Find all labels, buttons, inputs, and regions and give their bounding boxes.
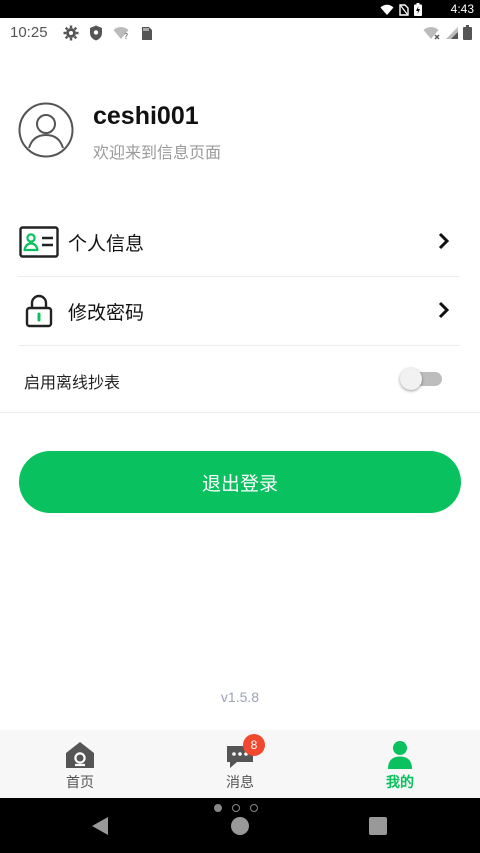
tab-label: 消息 (226, 775, 254, 791)
system-clock: 4:43 (450, 2, 474, 16)
tab-label: 我的 (386, 775, 414, 791)
tab-home[interactable]: 首页 (0, 730, 160, 798)
status-clock: 10:25 (10, 24, 48, 41)
signal-icons (423, 25, 472, 40)
bottom-tab-bar: 首页 8 消息 我的 (0, 730, 480, 798)
person-icon (388, 741, 412, 769)
chevron-right-icon (438, 301, 450, 319)
wifi-off-icon (423, 26, 440, 39)
padlock-icon (18, 290, 60, 332)
offline-reading-toggle[interactable] (400, 368, 444, 390)
page-dot (214, 804, 222, 812)
username: ceshi001 (93, 102, 199, 130)
version-label: v1.5.8 (220, 689, 260, 705)
chevron-right-icon (438, 232, 450, 250)
page-dot (250, 804, 258, 812)
tab-messages[interactable]: 8 消息 (160, 730, 320, 798)
tab-label: 首页 (66, 775, 94, 791)
chat-icon-wrap: 8 (225, 734, 265, 770)
offline-reading-row: 启用离线抄表 (24, 352, 444, 406)
section-divider (0, 412, 480, 413)
no-sim-icon (399, 3, 409, 16)
logout-button[interactable]: 退出登录 (19, 451, 461, 513)
welcome-text: 欢迎来到信息页面 (93, 143, 222, 162)
system-status-bar: 4:43 (0, 0, 480, 18)
wifi-question-icon: ? (113, 27, 129, 40)
screen: 4:43 10:25 ? ceshi001 欢迎来到信息页面 个人信息 修改密码… (0, 0, 480, 853)
battery-charging-icon (414, 3, 422, 16)
battery-icon (463, 25, 472, 40)
id-card-icon (18, 221, 60, 263)
svg-text:?: ? (124, 32, 128, 40)
divider (18, 345, 460, 346)
system-status-icons (380, 3, 422, 16)
avatar-icon[interactable] (18, 102, 74, 158)
back-icon[interactable] (91, 816, 109, 836)
page-dot (232, 804, 240, 812)
wifi-icon (380, 4, 394, 15)
recents-icon[interactable] (369, 817, 387, 835)
unread-badge: 8 (243, 734, 265, 756)
offline-reading-label: 启用离线抄表 (24, 373, 121, 392)
gear-icon (63, 25, 79, 41)
cell-signal-icon (446, 26, 458, 39)
profile-header: ceshi001 欢迎来到信息页面 (18, 102, 458, 162)
menu-item-change-password[interactable]: 修改密码 (18, 277, 460, 345)
home-icon (66, 742, 94, 768)
toggle-knob (400, 368, 422, 390)
home-button-icon[interactable] (230, 816, 250, 836)
tab-mine[interactable]: 我的 (320, 730, 480, 798)
sd-card-icon (142, 26, 152, 40)
menu-item-personal-info[interactable]: 个人信息 (18, 208, 460, 276)
page-indicator (214, 804, 258, 812)
system-navigation-bar (0, 798, 480, 853)
menu-item-label: 修改密码 (68, 301, 145, 324)
menu-item-label: 个人信息 (68, 232, 145, 255)
status-row: 10:25 ? (0, 18, 480, 48)
shield-icon (90, 25, 102, 41)
notification-icons: ? (63, 25, 153, 41)
